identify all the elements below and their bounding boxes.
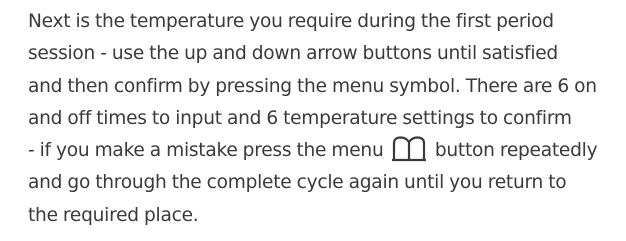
paragraph-line: session - use the up and down arrow butt… (28, 43, 558, 65)
paragraph-line: the required place. (28, 204, 199, 226)
paragraph-line: and then confirm by pressing the menu sy… (28, 75, 597, 97)
paragraph-line: and off times to input and 6 temperature… (28, 107, 572, 129)
paragraph-line-start: - if you make a mistake press the menu (28, 140, 384, 162)
paragraph-line-with-icon: - if you make a mistake press the menu b… (28, 135, 618, 167)
paragraph-line: and go through the complete cycle again … (28, 172, 567, 194)
paragraph-line-end: button repeatedly (434, 140, 598, 162)
instruction-paragraph: Next is the temperature you require duri… (28, 6, 618, 232)
menu-book-icon (391, 136, 427, 162)
paragraph-line: Next is the temperature you require duri… (28, 11, 554, 32)
